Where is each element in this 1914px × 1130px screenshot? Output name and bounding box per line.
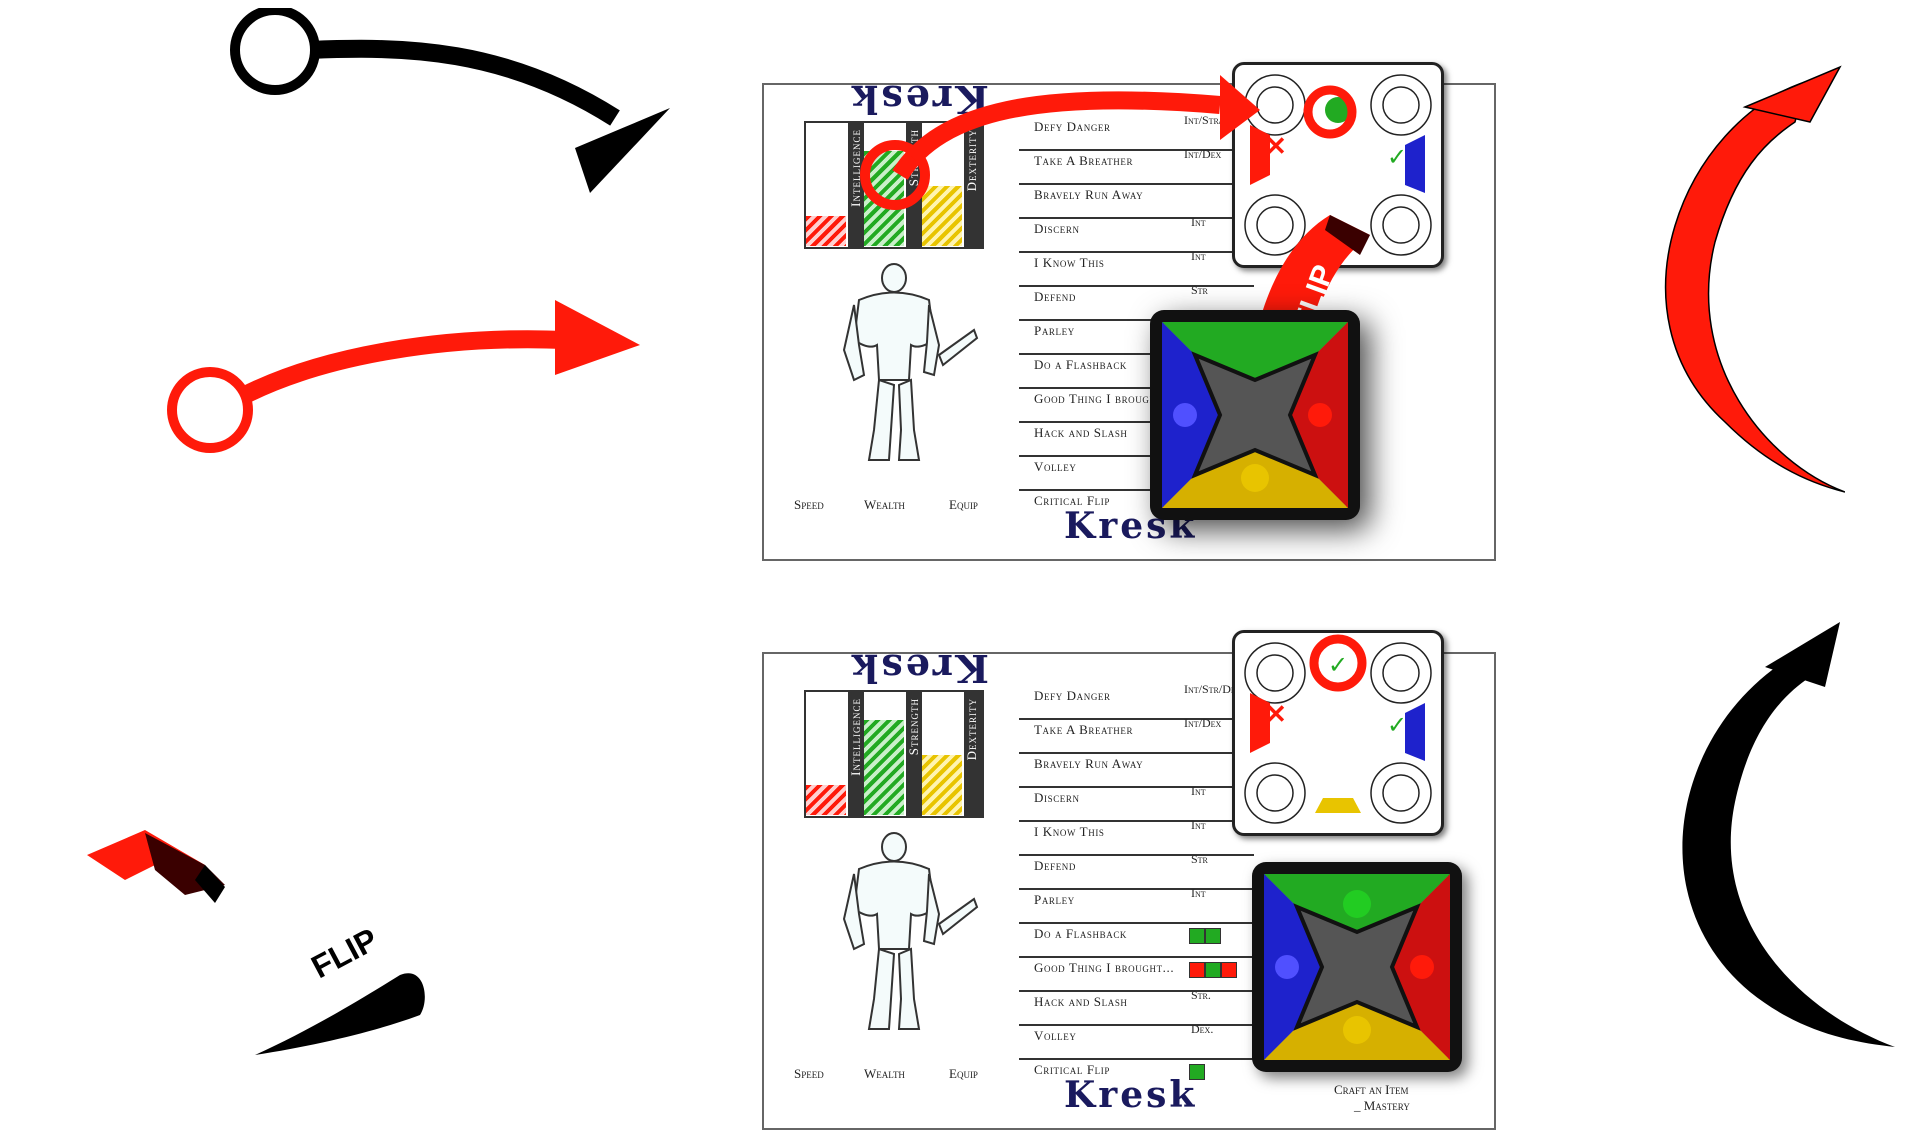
craft-label: Craft an Item — [1334, 1082, 1409, 1097]
svg-text:✕: ✕ — [1265, 699, 1287, 729]
move-row: I Know This Int — [1019, 249, 1254, 287]
label-equip: Equip — [949, 497, 978, 512]
black-curved-arrow — [230, 8, 670, 193]
red-callout-arrow-top — [860, 75, 1357, 210]
move-row: Do a Flashback — [1019, 922, 1254, 958]
label-wealth: Wealth — [864, 497, 905, 512]
move-row: Discern Int — [1019, 784, 1254, 822]
character-name: Kresk — [1064, 1074, 1198, 1116]
move-row: Good Thing I brought... — [1019, 956, 1254, 992]
warrior-figure — [842, 832, 979, 1030]
move-row: Parley Int — [1019, 886, 1254, 924]
label-equip: Equip — [949, 1066, 978, 1081]
move-row: Hack and Slash Str. — [1019, 988, 1254, 1026]
ornate-card-bottom: ✓ ✕ ✓ — [1232, 630, 1444, 836]
stat-grid: Intelligence Strength Dexterity — [804, 690, 984, 818]
move-row: Bravely Run Away — [1019, 752, 1254, 788]
dice-card-top — [1150, 310, 1360, 520]
move-row: Defend Str — [1019, 852, 1254, 890]
svg-text:✓: ✓ — [1387, 712, 1407, 739]
label-speed: Speed — [794, 497, 824, 512]
svg-text:✓: ✓ — [1387, 144, 1407, 171]
move-row: I Know This Int — [1019, 818, 1254, 856]
move-row: Take A Breather Int/Dex — [1019, 716, 1254, 754]
flip-tab-black: FLIP — [250, 920, 430, 1060]
svg-text:✓: ✓ — [1328, 652, 1348, 679]
dice-card-bottom — [1252, 862, 1462, 1072]
flip-tab-piece-red — [87, 830, 225, 903]
red-crescent-arrow — [1664, 65, 1845, 493]
stat-label-strength: Strength — [906, 698, 921, 756]
label-wealth: Wealth — [864, 1066, 905, 1081]
black-crescent-arrow — [1682, 622, 1895, 1047]
move-row: Volley Dex. — [1019, 1022, 1254, 1060]
character-name-upside-down: Kresk — [849, 646, 989, 691]
label-speed: Speed — [794, 1066, 824, 1081]
warrior-figure — [842, 263, 979, 461]
mastery-label: _ Mastery — [1354, 1098, 1410, 1113]
stat-label-intelligence: Intelligence — [848, 698, 863, 776]
move-row: Discern Int — [1019, 215, 1254, 253]
red-curved-arrow — [167, 300, 640, 453]
move-row: Defy Danger Int/Str/Dex — [1019, 682, 1254, 720]
stat-label-dexterity: Dexterity — [964, 698, 979, 761]
